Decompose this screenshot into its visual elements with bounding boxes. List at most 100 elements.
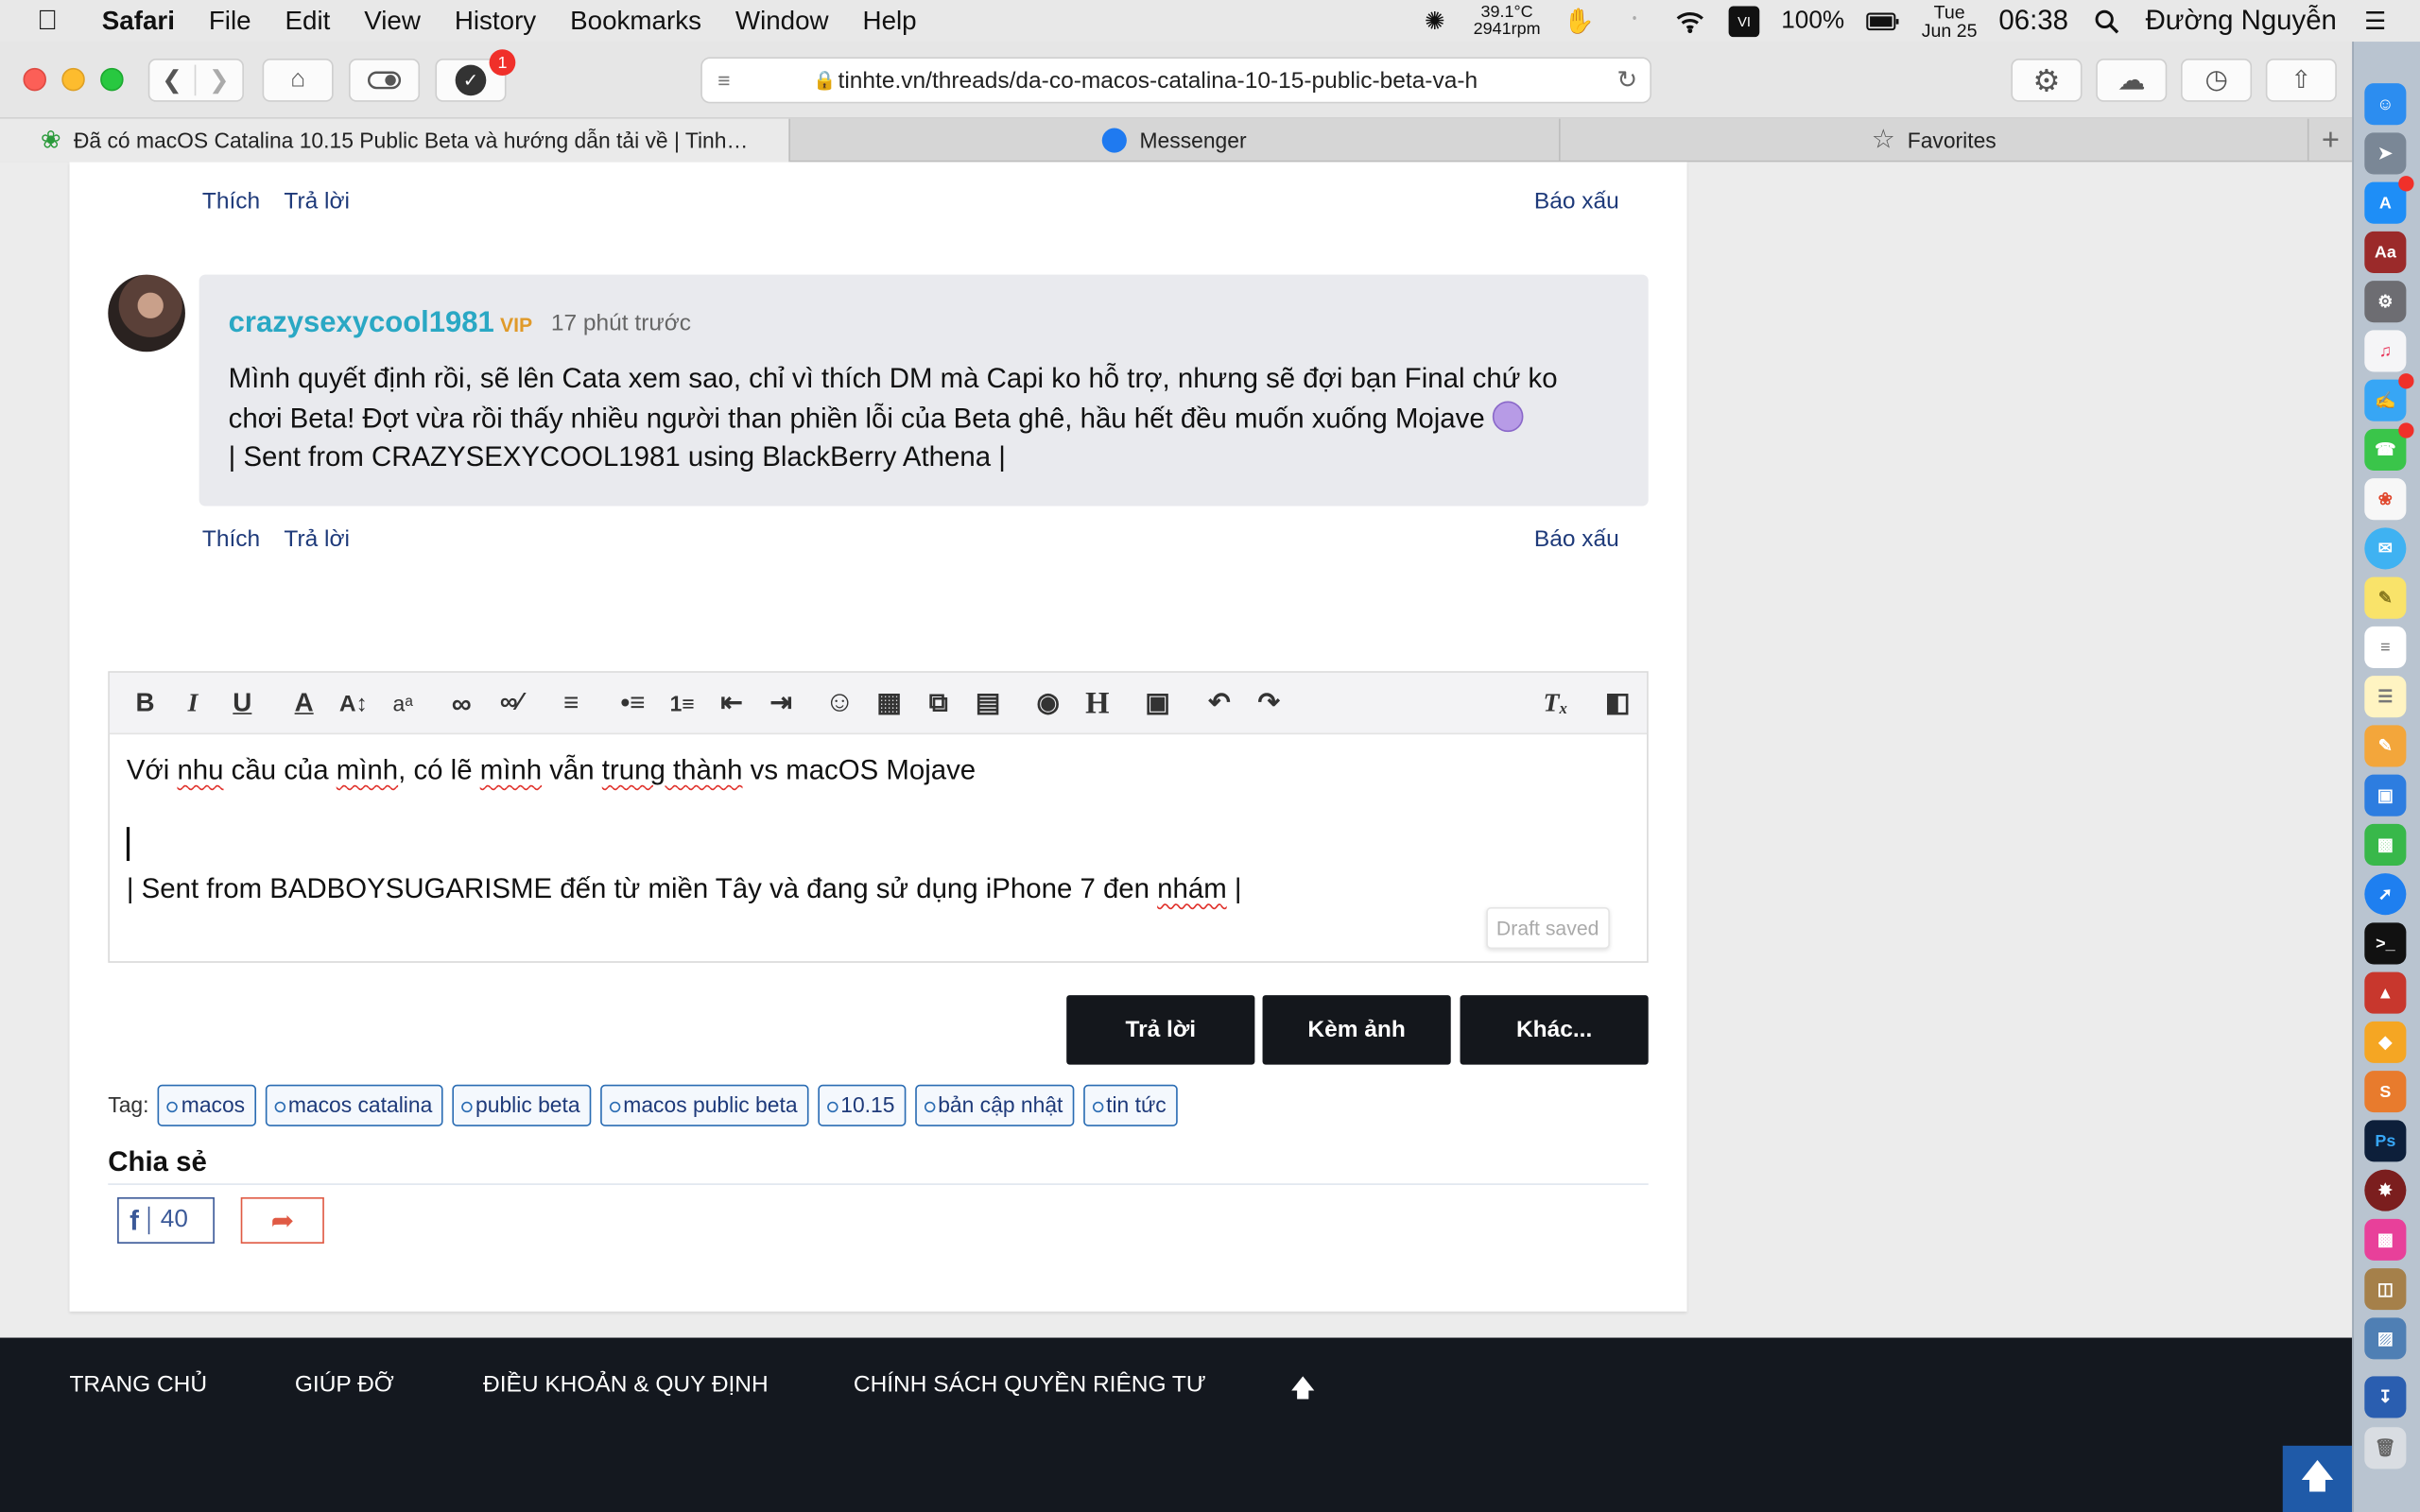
- share-button[interactable]: ➦: [240, 1196, 324, 1244]
- facebook-share-button[interactable]: f 40: [117, 1196, 215, 1244]
- reply-link[interactable]: Trả lời: [284, 526, 350, 553]
- comment-username[interactable]: crazysexycool1981: [229, 307, 494, 341]
- facetime-icon[interactable]: ☎: [2364, 422, 2414, 471]
- address-bar[interactable]: ≡ 🔒 tinhte.vn/threads/da-co-macos-catali…: [700, 57, 1651, 104]
- launchpad-icon[interactable]: ➤: [2364, 132, 2407, 175]
- share-toolbar-button[interactable]: ⇧: [2265, 59, 2337, 102]
- footer-link-home[interactable]: TRANG CHỦ: [69, 1371, 207, 1398]
- numbered-list-icon[interactable]: 1≡: [666, 687, 700, 721]
- close-window-button[interactable]: [23, 67, 46, 92]
- fan-icon[interactable]: ✺: [1418, 6, 1452, 37]
- footer-up-arrow-icon[interactable]: 🡅: [1290, 1371, 1316, 1413]
- scroll-to-top-button[interactable]: 🡅: [2282, 1445, 2353, 1512]
- settings-extension-button[interactable]: ⚙: [2011, 59, 2083, 102]
- menu-file[interactable]: File: [209, 6, 251, 37]
- tab-favorites[interactable]: ☆ Favorites: [1561, 118, 2309, 163]
- history-button[interactable]: ◷: [2181, 59, 2253, 102]
- like-link[interactable]: Thích: [202, 526, 260, 553]
- forward-button[interactable]: ❯: [196, 65, 242, 96]
- bug-app-icon[interactable]: ✸: [2364, 1169, 2407, 1211]
- back-button[interactable]: ❮: [149, 64, 197, 96]
- cloud-button[interactable]: ☁: [2096, 59, 2168, 102]
- code-icon[interactable]: ▤: [971, 687, 1005, 721]
- pages-icon[interactable]: ✎: [2364, 725, 2407, 767]
- camera-icon[interactable]: ◉: [1031, 687, 1065, 721]
- avatar[interactable]: [108, 274, 185, 352]
- underline-icon[interactable]: U: [225, 687, 259, 721]
- align-icon[interactable]: ≡: [554, 687, 588, 721]
- safari-dock-icon[interactable]: ➚: [2364, 873, 2407, 916]
- bluetooth-icon[interactable]: ᛫: [1617, 6, 1651, 37]
- system-preferences-icon[interactable]: ⚙: [2364, 281, 2407, 323]
- preview-icon[interactable]: ▨: [2364, 1317, 2407, 1360]
- temp-readout[interactable]: 39.1°C 2941rpm: [1474, 3, 1541, 38]
- bold-icon[interactable]: B: [129, 687, 163, 721]
- image-icon[interactable]: ▦: [872, 687, 906, 721]
- tab-tinhte[interactable]: ❀ Đã có macOS Catalina 10.15 Public Beta…: [0, 118, 790, 163]
- stickies-icon[interactable]: ✎: [2364, 576, 2407, 619]
- matlab-icon[interactable]: ▲: [2364, 971, 2407, 1014]
- redo-icon[interactable]: ↷: [1252, 687, 1286, 721]
- tag-item[interactable]: macos: [158, 1083, 256, 1126]
- save-draft-icon[interactable]: ▣: [1141, 687, 1175, 721]
- like-link-top[interactable]: Thích: [202, 188, 260, 215]
- link-icon[interactable]: ∞: [444, 687, 478, 721]
- url-text[interactable]: tinhte.vn/threads/da-co-macos-catalina-1…: [838, 67, 1541, 94]
- minimize-window-button[interactable]: [61, 67, 85, 92]
- toggle-bbcode-icon[interactable]: ◧: [1600, 687, 1634, 721]
- bullet-list-icon[interactable]: •≡: [615, 687, 649, 721]
- report-link-top[interactable]: Báo xấu: [1534, 188, 1619, 215]
- editor-line-1[interactable]: Với nhu cầu của mình, có lẽ mình vẫn tru…: [127, 754, 976, 786]
- font-family-icon[interactable]: aᵃ: [386, 687, 420, 721]
- media-icon[interactable]: ⧉: [922, 687, 956, 721]
- more-button[interactable]: Khác...: [1460, 995, 1649, 1065]
- menu-safari[interactable]: Safari: [102, 6, 175, 37]
- input-source-icon[interactable]: VI: [1728, 5, 1760, 37]
- reader-icon[interactable]: ≡: [717, 68, 730, 93]
- hand-icon[interactable]: ✋: [1562, 6, 1596, 37]
- text-color-icon[interactable]: A: [287, 687, 321, 721]
- zoom-window-button[interactable]: [100, 67, 124, 92]
- menu-history[interactable]: History: [455, 6, 536, 37]
- indent-icon[interactable]: ⇥: [764, 687, 798, 721]
- messages-icon[interactable]: ✍: [2364, 373, 2414, 421]
- menu-help[interactable]: Help: [863, 6, 917, 37]
- spotlight-search-icon[interactable]: [2090, 6, 2124, 37]
- terminal-icon[interactable]: >_: [2364, 922, 2407, 965]
- tag-item[interactable]: tin tức: [1082, 1083, 1178, 1126]
- editor-line-3[interactable]: | Sent from BADBOYSUGARISME đến từ miền …: [127, 873, 1242, 905]
- attach-image-button[interactable]: Kèm ảnh: [1262, 995, 1451, 1065]
- italic-icon[interactable]: I: [176, 687, 210, 721]
- unlink-icon[interactable]: ∞⁄: [493, 687, 527, 721]
- finder-icon[interactable]: ☺: [2364, 83, 2407, 126]
- app-store-icon[interactable]: A: [2364, 176, 2414, 224]
- notes-icon[interactable]: ☰: [2364, 676, 2407, 718]
- archive-app-icon[interactable]: ◫: [2364, 1268, 2407, 1311]
- footer-link-privacy[interactable]: CHÍNH SÁCH QUYỀN RIÊNG TƯ: [854, 1371, 1206, 1398]
- menu-edit[interactable]: Edit: [285, 6, 330, 37]
- sublime-icon[interactable]: S: [2364, 1071, 2407, 1113]
- clear-format-icon[interactable]: Tₓ: [1539, 687, 1573, 721]
- clock-time[interactable]: 06:38: [1998, 5, 2068, 37]
- itunes-icon[interactable]: ♫: [2364, 330, 2407, 372]
- tab-messenger[interactable]: Messenger: [790, 118, 1561, 163]
- extension-check-button[interactable]: ✓ 1: [435, 49, 516, 102]
- menu-window[interactable]: Window: [735, 6, 829, 37]
- reload-icon[interactable]: ↻: [1616, 65, 1637, 96]
- report-link[interactable]: Báo xấu: [1534, 526, 1619, 553]
- user-name[interactable]: Đường Nguyễn: [2146, 5, 2337, 37]
- toggle-extension-button[interactable]: [348, 59, 421, 102]
- menu-view[interactable]: View: [364, 6, 421, 37]
- reply-button[interactable]: Trả lời: [1066, 995, 1255, 1065]
- wifi-icon[interactable]: [1673, 6, 1707, 37]
- footer-link-help[interactable]: GIÚP ĐỠ: [295, 1371, 394, 1398]
- downloads-stack-icon[interactable]: ↧: [2364, 1376, 2407, 1418]
- new-tab-button[interactable]: +: [2309, 119, 2353, 163]
- tag-item[interactable]: 10.15: [817, 1083, 906, 1126]
- clock-date[interactable]: Tue Jun 25: [1922, 2, 1978, 39]
- sketch-icon[interactable]: ◆: [2364, 1021, 2407, 1063]
- keynote-icon[interactable]: ▣: [2364, 774, 2407, 816]
- home-button[interactable]: ⌂: [262, 59, 334, 102]
- dictionary-icon[interactable]: Aa: [2364, 231, 2407, 273]
- trash-icon[interactable]: 🗑: [2364, 1427, 2407, 1469]
